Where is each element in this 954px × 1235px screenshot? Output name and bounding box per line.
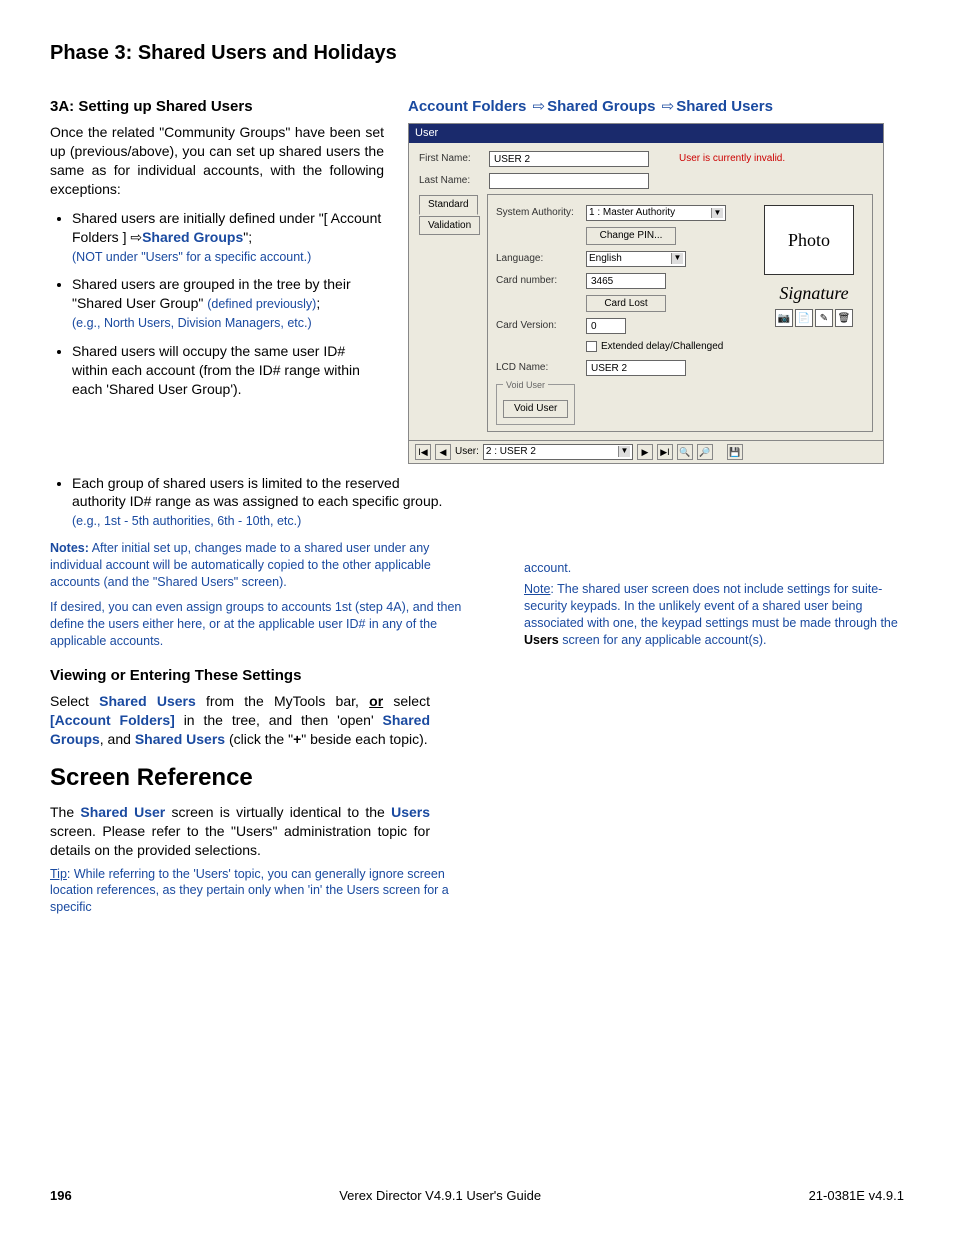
notes-paragraph-2: If desired, you can even assign groups t… — [50, 599, 480, 650]
find-next-icon[interactable]: 🔎 — [697, 444, 713, 460]
change-pin-button[interactable]: Change PIN... — [586, 227, 676, 245]
camera-icon[interactable]: 📷 — [775, 309, 793, 327]
nav-prev-button[interactable]: ◀ — [435, 444, 451, 460]
card-version-label: Card Version: — [496, 319, 586, 333]
page-number: 196 — [50, 1187, 72, 1205]
import-icon[interactable]: 📄 — [795, 309, 813, 327]
sub-heading-3a: 3A: Setting up Shared Users — [50, 97, 384, 117]
save-icon[interactable]: 💾 — [727, 444, 743, 460]
viewing-paragraph: Select Shared Users from the MyTools bar… — [50, 692, 430, 749]
tip-paragraph: Tip: While referring to the 'Users' topi… — [50, 866, 450, 917]
card-number-label: Card number: — [496, 274, 586, 288]
bullet-2: Shared users are grouped in the tree by … — [72, 275, 384, 332]
intro-paragraph: Once the related "Community Groups" have… — [50, 123, 384, 199]
delete-icon[interactable]: 🗑 — [835, 309, 853, 327]
void-user-button[interactable]: Void User — [503, 400, 568, 418]
find-icon[interactable]: 🔍 — [677, 444, 693, 460]
footer-user-select[interactable]: 2 : USER 2▼ — [483, 444, 633, 460]
footer-user-label: User: — [455, 445, 479, 459]
extended-checkbox[interactable] — [586, 341, 597, 352]
sys-authority-select[interactable]: 1 : Master Authority▼ — [586, 205, 726, 221]
tab-standard[interactable]: Standard — [419, 195, 478, 215]
screen-reference-paragraph: The Shared User screen is virtually iden… — [50, 803, 430, 860]
footer-center: Verex Director V4.9.1 User's Guide — [339, 1187, 541, 1205]
signature-placeholder: Signature — [764, 281, 864, 305]
bullet-1: Shared users are initially defined under… — [72, 209, 384, 266]
first-name-input[interactable]: USER 2 — [489, 151, 649, 167]
void-user-group: Void User Void User — [496, 384, 575, 425]
user-screenshot: User First Name: USER 2 User is currentl… — [408, 123, 884, 463]
photo-placeholder: Photo — [764, 205, 854, 275]
card-number-input[interactable]: 3465 — [586, 273, 666, 289]
page-footer: 196 Verex Director V4.9.1 User's Guide 2… — [50, 1187, 904, 1205]
edit-icon[interactable]: ✎ — [815, 309, 833, 327]
footer-right: 21-0381E v4.9.1 — [809, 1187, 904, 1205]
screen-reference-heading: Screen Reference — [50, 762, 480, 794]
first-name-label: First Name: — [419, 152, 489, 166]
nav-last-button[interactable]: ▶I — [657, 444, 673, 460]
nav-first-button[interactable]: I◀ — [415, 444, 431, 460]
notes-paragraph-1: Notes: After initial set up, changes mad… — [50, 540, 480, 591]
lcd-name-label: LCD Name: — [496, 361, 586, 375]
language-select[interactable]: English▼ — [586, 251, 686, 267]
language-label: Language: — [496, 252, 586, 266]
tab-validation[interactable]: Validation — [419, 216, 480, 236]
tip-continuation: account. — [524, 560, 904, 577]
viewing-heading: Viewing or Entering These Settings — [50, 666, 480, 686]
card-version-input[interactable]: 0 — [586, 318, 626, 334]
nav-next-button[interactable]: ▶ — [637, 444, 653, 460]
card-lost-button[interactable]: Card Lost — [586, 295, 666, 313]
phase-heading: Phase 3: Shared Users and Holidays — [50, 40, 904, 67]
note-right: Note: The shared user screen does not in… — [524, 581, 904, 649]
breadcrumb: Account Folders ⇨Shared Groups ⇨Shared U… — [408, 97, 904, 117]
last-name-label: Last Name: — [419, 174, 489, 188]
last-name-input[interactable] — [489, 173, 649, 189]
status-text: User is currently invalid. — [679, 152, 785, 166]
sys-authority-label: System Authority: — [496, 206, 586, 220]
bullet-3: Shared users will occupy the same user I… — [72, 342, 384, 399]
lcd-name-input[interactable]: USER 2 — [586, 360, 686, 376]
extended-label: Extended delay/Challenged — [601, 340, 723, 354]
bullet-4: Each group of shared users is limited to… — [72, 474, 450, 531]
window-title: User — [409, 124, 883, 143]
